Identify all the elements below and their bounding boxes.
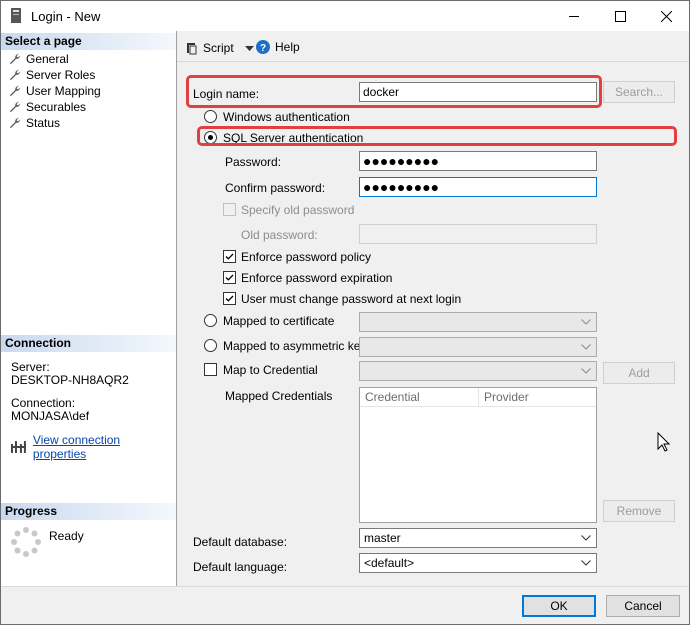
view-connection-link[interactable]: View connection properties xyxy=(33,433,176,461)
left-pane: Select a page General Server Roles User … xyxy=(1,31,177,586)
default-database-value: master xyxy=(364,531,401,545)
page-item-status[interactable]: Status xyxy=(9,115,60,131)
checkmark-icon xyxy=(225,295,234,302)
confirm-password-input[interactable]: ●●●●●●●●● xyxy=(359,177,597,197)
toolbar: Script ? Help xyxy=(177,31,689,62)
wrench-icon xyxy=(10,118,20,129)
page-item-label: Server Roles xyxy=(26,68,96,82)
help-button[interactable]: ? Help xyxy=(256,40,300,54)
maximize-button[interactable] xyxy=(597,1,643,31)
chevron-down-icon xyxy=(581,535,591,541)
connection-header: Connection xyxy=(1,335,176,352)
select-page-header: Select a page xyxy=(1,33,176,50)
chevron-down-icon xyxy=(581,344,591,350)
page-item-label: Securables xyxy=(26,100,87,114)
view-connection-properties[interactable]: View connection properties xyxy=(11,433,176,461)
specify-old-password-label: Specify old password xyxy=(241,203,355,217)
must-change-label: User must change password at next login xyxy=(241,292,462,306)
enforce-expiration-checkbox[interactable] xyxy=(223,271,236,284)
script-button[interactable]: Script xyxy=(185,41,254,55)
right-pane: Script ? Help Login name: docker Search.… xyxy=(177,31,689,586)
default-language-label: Default language: xyxy=(193,560,288,574)
server-value: DESKTOP-NH8AQR2 xyxy=(11,373,129,387)
must-change-checkbox[interactable] xyxy=(223,292,236,305)
cancel-button[interactable]: Cancel xyxy=(606,595,680,617)
minimize-icon xyxy=(568,15,579,17)
search-button[interactable]: Search... xyxy=(603,81,675,103)
chevron-down-icon xyxy=(581,319,591,325)
mapped-credentials-label: Mapped Credentials xyxy=(225,389,333,403)
page-item-label: Status xyxy=(26,116,61,130)
default-language-value: <default> xyxy=(364,556,415,570)
old-password-label: Old password: xyxy=(241,228,318,242)
close-button[interactable] xyxy=(643,1,689,31)
wrench-icon xyxy=(10,70,20,81)
page-item-label: User Mapping xyxy=(26,84,101,98)
confirm-password-label: Confirm password: xyxy=(225,181,326,195)
ok-button[interactable]: OK xyxy=(522,595,596,617)
grid-header-credential[interactable]: Credential xyxy=(360,388,479,407)
password-label: Password: xyxy=(225,155,282,169)
page-item-label: General xyxy=(26,52,69,66)
progress-status: Ready xyxy=(49,529,84,543)
chevron-down-icon[interactable] xyxy=(244,45,254,51)
enforce-policy-label: Enforce password policy xyxy=(241,250,372,264)
help-icon: ? xyxy=(256,40,270,54)
progress-spinner-icon xyxy=(11,527,41,557)
connection-value: MONJASA\def xyxy=(11,409,90,423)
old-password-input[interactable] xyxy=(359,224,597,244)
login-new-dialog: Login - New Select a page General Server… xyxy=(0,0,690,625)
sql-auth-highlight xyxy=(197,126,677,146)
page-item-general[interactable]: General xyxy=(9,51,69,67)
window-title: Login - New xyxy=(31,9,101,24)
default-database-select[interactable]: master xyxy=(359,528,597,548)
title-bar: Login - New xyxy=(1,1,689,31)
maximize-icon xyxy=(614,10,626,22)
minimize-button[interactable] xyxy=(551,1,597,31)
page-item-securables[interactable]: Securables xyxy=(9,99,86,115)
mapped-cert-radio[interactable] xyxy=(204,314,217,327)
wrench-icon xyxy=(10,102,20,113)
enforce-policy-checkbox[interactable] xyxy=(223,250,236,263)
help-label: Help xyxy=(275,40,300,54)
windows-auth-radio[interactable] xyxy=(204,110,217,123)
windows-auth-label: Windows authentication xyxy=(223,110,350,124)
mapped-asym-label: Mapped to asymmetric key xyxy=(223,339,367,353)
checkmark-icon xyxy=(225,274,234,281)
login-name-highlight xyxy=(186,75,602,108)
connection-properties-icon xyxy=(11,441,26,453)
mapped-credentials-grid[interactable]: Credential Provider xyxy=(359,387,597,523)
script-label: Script xyxy=(203,41,234,55)
mapped-asym-select[interactable] xyxy=(359,337,597,357)
mouse-cursor-icon xyxy=(657,432,670,452)
mapped-asym-radio[interactable] xyxy=(204,339,217,352)
grid-header-provider[interactable]: Provider xyxy=(479,388,596,407)
button-bar: OK Cancel xyxy=(1,586,689,624)
map-credential-label: Map to Credential xyxy=(223,363,318,377)
wrench-icon xyxy=(10,86,20,97)
remove-button[interactable]: Remove xyxy=(603,500,675,522)
app-icon xyxy=(11,8,21,23)
credential-select[interactable] xyxy=(359,361,597,381)
chevron-down-icon xyxy=(581,368,591,374)
mapped-cert-select[interactable] xyxy=(359,312,597,332)
close-icon xyxy=(660,10,672,22)
add-button[interactable]: Add xyxy=(603,362,675,384)
progress-header: Progress xyxy=(1,503,176,520)
password-input[interactable]: ●●●●●●●●● xyxy=(359,151,597,171)
wrench-icon xyxy=(10,54,20,65)
enforce-expiration-label: Enforce password expiration xyxy=(241,271,393,285)
specify-old-password-checkbox[interactable] xyxy=(223,203,236,216)
default-language-select[interactable]: <default> xyxy=(359,553,597,573)
page-item-server-roles[interactable]: Server Roles xyxy=(9,67,95,83)
script-icon xyxy=(187,42,197,54)
mapped-cert-label: Mapped to certificate xyxy=(223,314,335,328)
chevron-down-icon xyxy=(581,560,591,566)
map-credential-checkbox[interactable] xyxy=(204,363,217,376)
svg-text:?: ? xyxy=(260,43,266,54)
page-item-user-mapping[interactable]: User Mapping xyxy=(9,83,101,99)
checkmark-icon xyxy=(225,253,234,260)
default-database-label: Default database: xyxy=(193,535,288,549)
